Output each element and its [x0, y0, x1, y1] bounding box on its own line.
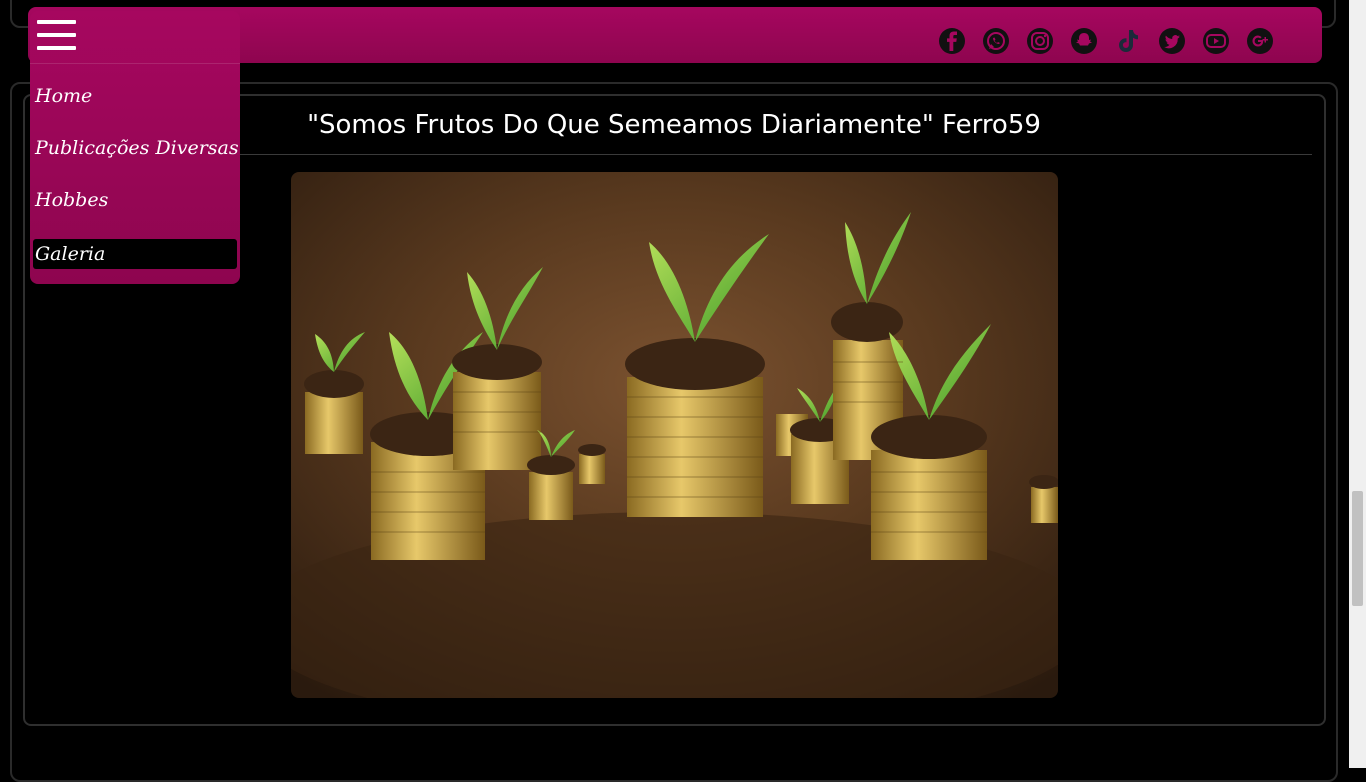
google-plus-icon[interactable]: [1242, 27, 1278, 55]
nav-menu: Home Publicações Diversas Hobbes Galeria: [30, 11, 240, 284]
menu-item-hobbes[interactable]: Hobbes: [33, 185, 237, 215]
vertical-scrollbar[interactable]: [1349, 0, 1366, 768]
social-links: [934, 27, 1278, 55]
hero-image: [291, 172, 1058, 698]
menu-item-home[interactable]: Home: [33, 81, 237, 111]
facebook-icon[interactable]: [934, 27, 970, 55]
snapchat-icon[interactable]: [1066, 27, 1102, 55]
menu-item-publicacoes-diversas[interactable]: Publicações Diversas: [33, 133, 239, 163]
whatsapp-icon[interactable]: [978, 27, 1014, 55]
menu-divider: [30, 63, 240, 64]
hamburger-menu-icon[interactable]: [37, 19, 77, 52]
twitter-icon[interactable]: [1154, 27, 1190, 55]
coins-with-sprouts-photo: [291, 172, 1058, 698]
youtube-icon[interactable]: [1198, 27, 1234, 55]
tiktok-icon[interactable]: [1110, 27, 1146, 55]
scrollbar-thumb[interactable]: [1352, 491, 1363, 606]
menu-item-galeria[interactable]: Galeria: [33, 239, 237, 269]
instagram-icon[interactable]: [1022, 27, 1058, 55]
